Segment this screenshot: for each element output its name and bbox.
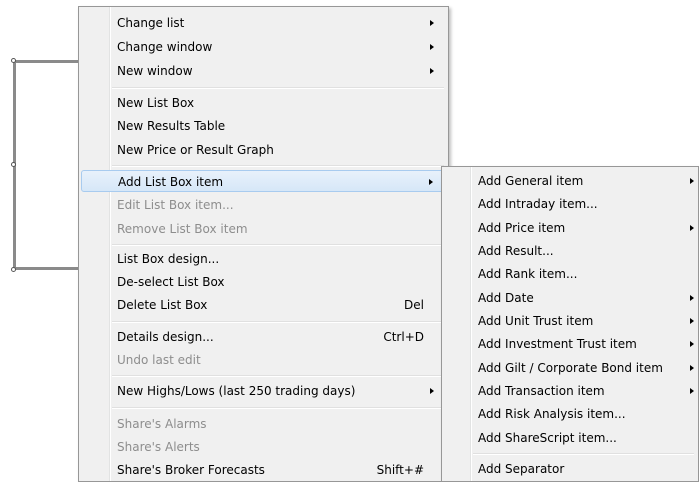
submenu-arrow-icon	[430, 44, 434, 50]
menu-item-new-highs-lows[interactable]: New Highs/Lows (last 250 trading days)	[81, 380, 446, 402]
submenu-item-add-general-item[interactable]: Add General item	[444, 170, 696, 192]
menu-separator	[473, 453, 694, 455]
add-list-box-item-submenu: Add General item Add Intraday item... Ad…	[441, 166, 699, 482]
resize-handle-top-left[interactable]	[11, 58, 16, 63]
menu-item-shares-broker-forecasts[interactable]: Share's Broker Forecasts Shift+#	[81, 459, 446, 481]
menu-item-label: Add Unit Trust item	[478, 314, 594, 328]
menu-separator	[112, 87, 444, 89]
menu-item-label: New Results Table	[117, 119, 226, 133]
menu-item-change-window[interactable]: Change window	[81, 36, 446, 58]
menu-item-label: List Box design...	[117, 252, 220, 266]
menu-item-label: Add Result...	[478, 244, 554, 258]
menu-item-label: Add General item	[478, 174, 584, 188]
menu-item-shares-alarms: Share's Alarms	[81, 413, 446, 435]
menu-item-label: Remove List Box item	[117, 222, 248, 236]
menu-item-remove-list-box-item: Remove List Box item	[81, 218, 446, 240]
resize-handle-middle-left[interactable]	[11, 162, 16, 167]
submenu-item-add-investment-trust-item[interactable]: Add Investment Trust item	[444, 333, 696, 355]
submenu-arrow-icon	[690, 365, 694, 371]
menu-item-shortcut: Shift+#	[376, 463, 424, 477]
submenu-item-add-transaction-item[interactable]: Add Transaction item	[444, 380, 696, 402]
submenu-item-add-intraday-item[interactable]: Add Intraday item...	[444, 193, 696, 215]
submenu-item-add-unit-trust-item[interactable]: Add Unit Trust item	[444, 310, 696, 332]
menu-item-label: Add List Box item	[118, 175, 224, 189]
menu-item-undo-last-edit: Undo last edit	[81, 349, 446, 371]
submenu-item-add-risk-analysis-item[interactable]: Add Risk Analysis item...	[444, 403, 696, 425]
menu-item-shortcut: Ctrl+D	[383, 330, 424, 344]
menu-item-deselect-list-box[interactable]: De-select List Box	[81, 271, 446, 293]
menu-item-label: Add Gilt / Corporate Bond item	[478, 361, 663, 375]
menu-item-label: New List Box	[117, 96, 195, 110]
menu-item-label: Delete List Box	[117, 298, 208, 312]
submenu-item-add-rank-item[interactable]: Add Rank item...	[444, 263, 696, 285]
submenu-item-add-result[interactable]: Add Result...	[444, 240, 696, 262]
menu-item-label: New Highs/Lows (last 250 trading days)	[117, 384, 356, 398]
menu-item-add-list-box-item[interactable]: Add List Box item	[81, 170, 446, 192]
menu-item-edit-list-box-item: Edit List Box item...	[81, 194, 446, 216]
menu-item-shares-alerts: Share's Alerts	[81, 436, 446, 458]
menu-item-label: Add Date	[478, 291, 534, 305]
menu-item-label: Add Risk Analysis item...	[478, 407, 626, 421]
submenu-arrow-icon	[690, 295, 694, 301]
menu-item-details-design[interactable]: Details design... Ctrl+D	[81, 326, 446, 348]
menu-item-label: Undo last edit	[117, 353, 201, 367]
submenu-arrow-icon	[690, 388, 694, 394]
submenu-arrow-icon	[429, 179, 433, 185]
menu-item-label: Details design...	[117, 330, 214, 344]
menu-item-label: Add ShareScript item...	[478, 431, 617, 445]
submenu-item-add-separator[interactable]: Add Separator	[444, 458, 696, 480]
submenu-arrow-icon	[690, 318, 694, 324]
menu-item-new-price-or-result-graph[interactable]: New Price or Result Graph	[81, 139, 446, 161]
menu-item-label: Share's Alerts	[117, 440, 200, 454]
menu-separator	[112, 244, 444, 246]
menu-item-list-box-design[interactable]: List Box design...	[81, 248, 446, 270]
submenu-item-add-gilt-corporate-bond-item[interactable]: Add Gilt / Corporate Bond item	[444, 357, 696, 379]
submenu-item-add-sharescript-item[interactable]: Add ShareScript item...	[444, 427, 696, 449]
menu-item-delete-list-box[interactable]: Delete List Box Del	[81, 294, 446, 316]
submenu-arrow-icon	[690, 225, 694, 231]
menu-item-new-window[interactable]: New window	[81, 60, 446, 82]
menu-item-label: Add Intraday item...	[478, 197, 598, 211]
submenu-arrow-icon	[430, 68, 434, 74]
menu-item-label: Add Separator	[478, 462, 565, 476]
menu-item-new-list-box[interactable]: New List Box	[81, 92, 446, 114]
menu-separator	[112, 321, 444, 323]
menu-item-new-results-table[interactable]: New Results Table	[81, 115, 446, 137]
submenu-arrow-icon	[430, 20, 434, 26]
menu-item-label: Share's Alarms	[117, 417, 207, 431]
menu-item-label: Add Transaction item	[478, 384, 605, 398]
submenu-arrow-icon	[430, 388, 434, 394]
menu-item-label: New Price or Result Graph	[117, 143, 274, 157]
menu-item-label: Share's Broker Forecasts	[117, 463, 265, 477]
menu-item-label: Add Price item	[478, 221, 566, 235]
submenu-arrow-icon	[690, 178, 694, 184]
menu-separator	[112, 407, 444, 409]
menu-item-label: Change list	[117, 16, 185, 30]
submenu-item-add-price-item[interactable]: Add Price item	[444, 217, 696, 239]
submenu-item-add-date[interactable]: Add Date	[444, 287, 696, 309]
menu-item-label: Add Rank item...	[478, 267, 578, 281]
menu-separator	[112, 375, 444, 377]
menu-item-change-list[interactable]: Change list	[81, 12, 446, 34]
menu-item-label: De-select List Box	[117, 275, 225, 289]
submenu-arrow-icon	[690, 341, 694, 347]
menu-item-shortcut: Del	[404, 298, 424, 312]
menu-item-label: New window	[117, 64, 193, 78]
menu-item-label: Edit List Box item...	[117, 198, 234, 212]
menu-item-label: Add Investment Trust item	[478, 337, 637, 351]
menu-item-label: Change window	[117, 40, 213, 54]
menu-separator	[112, 165, 444, 167]
resize-handle-bottom-left[interactable]	[11, 267, 16, 272]
context-menu: Change list Change window New window New…	[78, 6, 449, 482]
